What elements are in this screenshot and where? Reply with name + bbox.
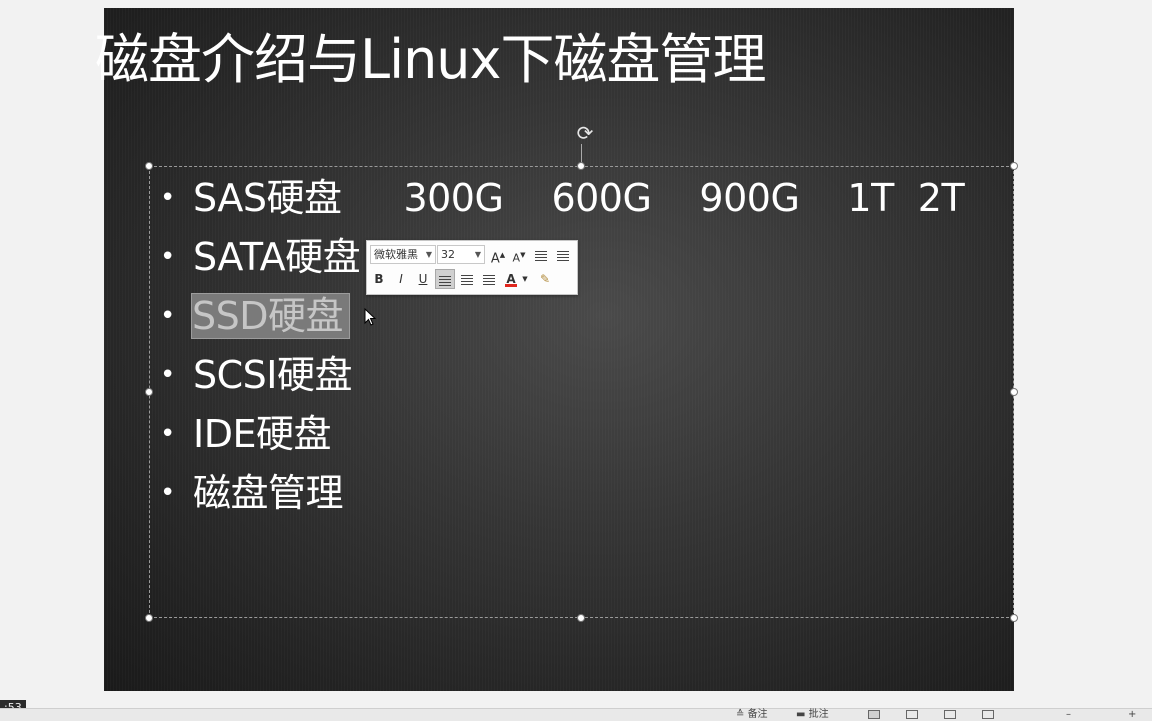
font-color-dropdown[interactable]: ▼	[520, 269, 530, 289]
font-size-select[interactable]: 32 ▼	[437, 245, 485, 264]
bullet-item[interactable]: IDE硬盘	[160, 406, 964, 465]
bullet-label: SAS硬盘	[193, 176, 342, 220]
paintbrush-icon: ✎	[539, 272, 551, 286]
capacity-value: 300G	[403, 176, 504, 220]
align-center-icon	[461, 274, 473, 285]
grow-font-button[interactable]: A▲	[488, 245, 508, 267]
bullet-list: SAS硬盘 300G 600G 900G 1T 2T SATA硬盘 SSD硬盘 SCSI硬…	[160, 170, 965, 524]
bullet-item[interactable]: SCSI硬盘	[160, 347, 964, 406]
normal-view-icon[interactable]	[868, 710, 880, 719]
capacity-value: 600G	[551, 176, 652, 220]
font-size-value: 32	[441, 248, 455, 261]
rotate-stem	[581, 144, 582, 164]
decrease-indent-icon	[535, 250, 547, 261]
format-painter-button[interactable]: ✎	[535, 269, 555, 289]
bullet-label: IDE硬盘	[193, 412, 331, 456]
reading-view-icon[interactable]	[944, 710, 956, 719]
zoom-out-icon[interactable]: –	[1066, 709, 1071, 721]
status-bar: ≙ 备注 ▬ 批注 – +	[0, 708, 1152, 721]
align-right-button[interactable]	[479, 269, 499, 289]
font-color-button[interactable]: A	[501, 269, 521, 289]
font-name-select[interactable]: 微软雅黑 ▼	[370, 245, 436, 264]
resize-handle-top[interactable]	[577, 162, 585, 170]
font-name-value: 微软雅黑	[374, 248, 418, 261]
italic-icon: I	[399, 272, 403, 286]
italic-button[interactable]: I	[391, 269, 411, 289]
slideshow-icon[interactable]	[982, 710, 994, 719]
resize-handle-bottom[interactable]	[577, 614, 585, 622]
chevron-down-icon: ▼	[522, 275, 528, 283]
comments-button[interactable]: ▬ 批注	[796, 709, 829, 721]
zoom-in-icon[interactable]: +	[1128, 709, 1136, 721]
bullet-item[interactable]: SSD硬盘	[160, 288, 964, 347]
slide-title[interactable]: 磁盘介绍与Linux下磁盘管理	[95, 28, 766, 92]
mouse-pointer-icon	[364, 308, 377, 326]
align-right-icon	[483, 274, 495, 285]
underline-button[interactable]: U	[413, 269, 433, 289]
align-left-icon	[439, 275, 451, 286]
comments-label: 批注	[808, 709, 829, 720]
slide-sorter-icon[interactable]	[906, 710, 918, 719]
bullet-item[interactable]: SAS硬盘 300G 600G 900G 1T 2T	[160, 170, 965, 229]
notes-button[interactable]: ≙ 备注	[736, 709, 768, 721]
grow-font-icon: A	[490, 251, 500, 267]
rotate-icon[interactable]: ⟳	[574, 122, 596, 144]
align-center-button[interactable]	[457, 269, 477, 289]
bullet-label: 磁盘管理	[193, 471, 344, 515]
bullet-label: SATA硬盘	[193, 235, 361, 279]
bold-button[interactable]: B	[369, 269, 389, 289]
resize-handle-top-left[interactable]	[145, 162, 153, 170]
shrink-font-button[interactable]: A▼	[509, 245, 529, 265]
notes-label: 备注	[747, 709, 768, 720]
bullet-item[interactable]: 磁盘管理	[160, 465, 964, 524]
shrink-font-icon: A	[512, 251, 521, 265]
resize-handle-top-right[interactable]	[1010, 162, 1018, 170]
resize-handle-bottom-left[interactable]	[145, 614, 153, 622]
mini-toolbar: 微软雅黑 ▼ 32 ▼ A▲ A▼ B I U A ▼ ✎	[366, 240, 578, 295]
font-color-swatch	[505, 284, 517, 287]
bold-icon: B	[374, 272, 384, 286]
capacity-value: 1T	[847, 176, 894, 220]
resize-handle-right[interactable]	[1010, 388, 1018, 396]
decrease-indent-button[interactable]	[531, 245, 551, 265]
increase-indent-icon	[557, 250, 569, 261]
resize-handle-left[interactable]	[145, 388, 153, 396]
chevron-down-icon: ▼	[474, 250, 481, 259]
increase-indent-button[interactable]	[553, 245, 573, 265]
chevron-down-icon: ▼	[425, 250, 432, 259]
capacity-value: 2T	[917, 176, 965, 220]
underline-icon: U	[418, 272, 428, 286]
capacity-value: 900G	[699, 176, 800, 220]
resize-handle-bottom-right[interactable]	[1010, 614, 1018, 622]
bullet-label: SCSI硬盘	[193, 353, 352, 397]
align-left-button[interactable]	[435, 269, 455, 289]
selected-text[interactable]: SSD硬盘	[190, 293, 351, 339]
